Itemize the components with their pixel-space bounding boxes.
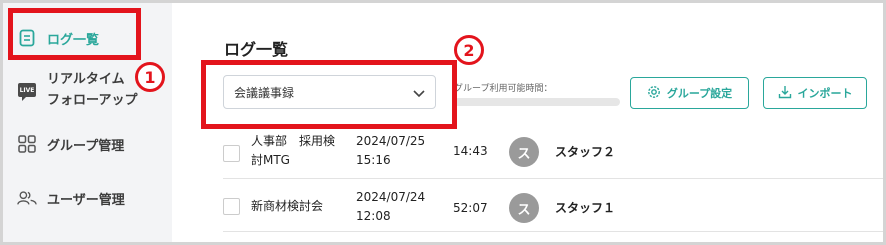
group-settings-label: グループ設定 xyxy=(666,87,733,100)
annotation-badge-1: 1 xyxy=(135,62,165,92)
row-checkbox[interactable] xyxy=(223,198,240,215)
sidebar-item-label: グループ管理 xyxy=(47,138,125,154)
download-icon xyxy=(778,85,792,102)
gear-icon xyxy=(647,85,661,102)
annotation-badge-2: 2 xyxy=(454,35,484,65)
log-time: 12:08 xyxy=(356,209,391,223)
log-name: 新商材検討会 xyxy=(251,199,324,213)
usage-label: グループ利用可能時間： xyxy=(454,84,553,94)
log-date: 2024/07/25 xyxy=(356,134,426,148)
sidebar-item-group-management[interactable]: グループ管理 xyxy=(3,131,172,157)
page-title: ログ一覧 xyxy=(224,40,289,59)
usage-progress-bar xyxy=(454,98,620,106)
log-date: 2024/07/24 xyxy=(356,190,426,204)
grid-icon xyxy=(17,134,37,154)
row-checkbox[interactable] xyxy=(223,145,240,162)
log-duration: 14:43 xyxy=(453,144,488,158)
import-label: インポート xyxy=(797,87,853,100)
avatar: ス xyxy=(509,193,539,223)
live-icon: LIVE xyxy=(17,80,37,101)
sidebar-item-user-management[interactable]: ユーザー管理 xyxy=(3,185,172,211)
group-settings-button[interactable]: グループ設定 xyxy=(630,77,749,109)
sidebar-item-label: リアルタイム フォローアップ xyxy=(47,72,138,108)
annotation-box-2 xyxy=(201,60,457,129)
staff-name: スタッフ２ xyxy=(555,145,616,159)
log-duration: 52:07 xyxy=(453,201,488,215)
app-window: ログ一覧 LIVE リアルタイム フォローアップ グループ管理 ユーザー管理 ロ… xyxy=(3,3,883,242)
avatar: ス xyxy=(509,137,539,167)
table-row[interactable]: 新商材検討会 2024/07/24 12:08 52:07 ス スタッフ１ xyxy=(223,179,883,232)
import-button[interactable]: インポート xyxy=(763,77,867,109)
annotation-box-1 xyxy=(8,8,141,60)
staff-name: スタッフ１ xyxy=(555,201,616,215)
log-name: 人事部 採用検討MTG xyxy=(251,134,336,167)
sidebar-item-label: ユーザー管理 xyxy=(47,192,125,208)
users-icon xyxy=(17,188,37,208)
log-time: 15:16 xyxy=(356,153,391,167)
table-row[interactable]: 人事部 採用検討MTG 2024/07/25 15:16 14:43 ス スタッ… xyxy=(223,126,883,179)
